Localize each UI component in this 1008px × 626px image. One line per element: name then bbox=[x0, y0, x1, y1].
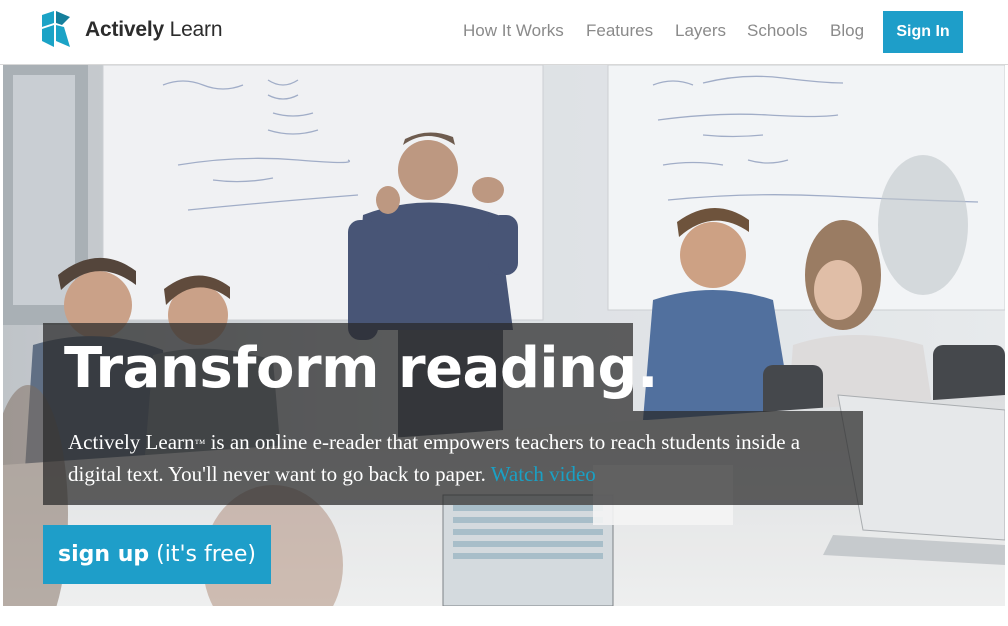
sign-up-free-label: (it's free) bbox=[149, 542, 256, 567]
nav-how-it-works[interactable]: How It Works bbox=[463, 21, 564, 41]
actively-learn-logo-icon[interactable] bbox=[42, 11, 72, 47]
brand-name-bold: Actively bbox=[85, 18, 164, 41]
brand-name-light: Learn bbox=[163, 18, 223, 41]
description-brand: Actively Learn bbox=[68, 430, 195, 454]
hero-description: Actively Learn™ is an online e-reader th… bbox=[68, 426, 858, 490]
sign-in-button[interactable]: Sign In bbox=[883, 11, 963, 53]
hero-headline: Transform reading. bbox=[64, 336, 658, 401]
nav-blog[interactable]: Blog bbox=[830, 21, 864, 41]
trademark-symbol: ™ bbox=[194, 438, 206, 450]
sign-up-button[interactable]: sign up (it's free) bbox=[43, 525, 271, 584]
sign-up-label: sign up bbox=[58, 542, 150, 567]
nav-schools[interactable]: Schools bbox=[747, 21, 807, 41]
site-header: Actively Learn How It Works Features Lay… bbox=[0, 0, 1008, 65]
nav-layers[interactable]: Layers bbox=[675, 21, 726, 41]
nav-features[interactable]: Features bbox=[586, 21, 653, 41]
page-bottom bbox=[0, 606, 1008, 626]
watch-video-link[interactable]: Watch video bbox=[491, 462, 596, 486]
brand-name[interactable]: Actively Learn bbox=[85, 18, 223, 42]
